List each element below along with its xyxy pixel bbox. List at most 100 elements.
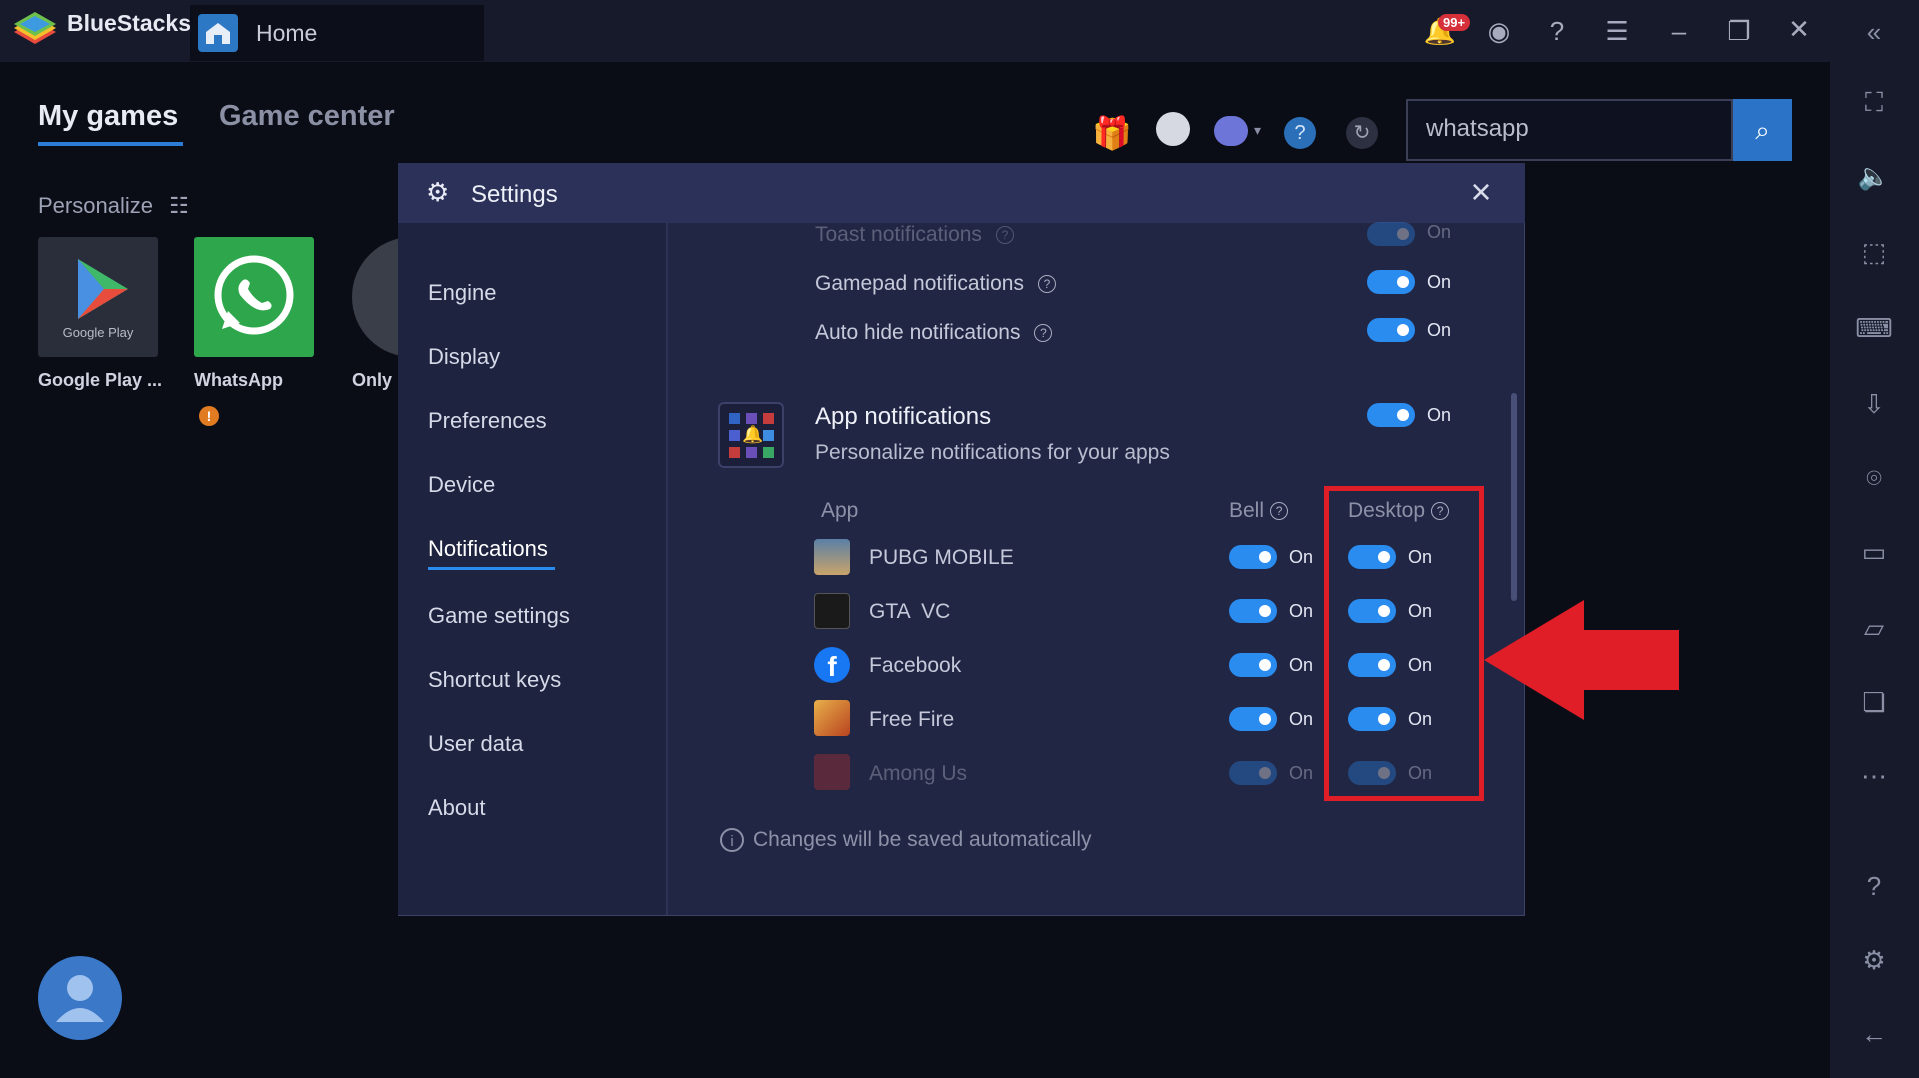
annotation-arrow-icon	[1484, 598, 1684, 727]
personalize-label: Personalize	[38, 193, 153, 218]
app-label-google-play: Google Play ...	[38, 370, 163, 390]
gamepad-notifications-label: Gamepad notifications?	[815, 272, 1056, 296]
annotation-highlight-box	[1324, 486, 1484, 801]
menu-icon[interactable]: ☰	[1600, 16, 1634, 46]
bell-icon: 🔔	[742, 425, 764, 444]
app-label-whatsapp: WhatsApp	[194, 370, 283, 390]
gamepad-notifications-toggle[interactable]	[1367, 270, 1415, 294]
app-notifications-toggle[interactable]	[1367, 403, 1415, 427]
settings-title: Settings	[471, 181, 558, 208]
multi-instance-icon[interactable]: ❏	[1852, 682, 1896, 722]
auto-hide-notifications-toggle[interactable]	[1367, 318, 1415, 342]
pubg-bell-toggle[interactable]	[1229, 545, 1277, 569]
tab-home-label: Home	[256, 20, 318, 46]
free-fire-icon	[814, 700, 850, 736]
fullscreen-icon[interactable]: ⛶	[1852, 82, 1896, 122]
more-icon[interactable]: ⋯	[1852, 756, 1896, 796]
menu-item-preferences[interactable]: Preferences	[428, 408, 547, 434]
facebook-bell-state: On	[1289, 655, 1314, 675]
toast-notifications-state: On	[1427, 222, 1452, 242]
app-notifications-title: App notifications	[815, 403, 992, 430]
gift-icon[interactable]: 🎁	[1092, 114, 1132, 152]
collapse-icon[interactable]: «	[1852, 12, 1896, 52]
settings-gear-icon[interactable]: ⚙	[1852, 940, 1896, 980]
volume-icon[interactable]: 🔈	[1852, 156, 1896, 196]
among-us-bell-toggle[interactable]	[1229, 761, 1277, 785]
gta-bell-toggle[interactable]	[1229, 599, 1277, 623]
pointer-icon[interactable]: ⬚	[1852, 232, 1896, 272]
pubg-mobile-icon	[814, 539, 850, 575]
app-label-partial: Only	[352, 370, 393, 390]
menu-item-user-data[interactable]: User data	[428, 731, 523, 757]
search-input[interactable]	[1424, 114, 1728, 144]
discord-icon[interactable]	[1214, 116, 1248, 146]
back-arrow-icon[interactable]: ←	[1852, 1014, 1896, 1054]
sliders-icon: ☷	[169, 193, 189, 218]
help-icon[interactable]: ?	[995, 226, 1014, 244]
help-icon[interactable]: ?	[1540, 16, 1574, 46]
app-tile-google-play[interactable]: Google Play	[38, 237, 158, 357]
app-notifications-icon: 🔔	[718, 402, 784, 468]
facebook-icon: f	[814, 647, 850, 683]
toast-notifications-toggle[interactable]	[1367, 222, 1415, 246]
tab-my-games[interactable]: My games	[38, 100, 178, 133]
warning-badge-icon: !	[199, 406, 219, 426]
menu-item-display[interactable]: Display	[428, 344, 500, 370]
app-name-among-us: Among Us	[869, 762, 968, 785]
app-notifications-state: On	[1427, 405, 1452, 425]
keyboard-icon[interactable]: ⌨	[1852, 308, 1896, 348]
help-icon[interactable]: ?	[1270, 502, 1289, 520]
free-fire-bell-toggle[interactable]	[1229, 707, 1277, 731]
menu-item-shortcut-keys[interactable]: Shortcut keys	[428, 667, 561, 693]
info-icon: i	[720, 828, 744, 852]
app-name-gta-vc: GTA VC	[869, 600, 951, 623]
mascot-icon[interactable]	[1156, 112, 1190, 146]
app-name-pubg-mobile: PUBG MOBILE	[869, 546, 1014, 569]
among-us-bell-state: On	[1289, 763, 1314, 783]
help-icon[interactable]: ?	[1037, 275, 1056, 293]
google-play-tile-text: Google Play	[62, 325, 134, 340]
contacts-avatar-icon[interactable]	[38, 956, 122, 1040]
settings-header	[398, 163, 1525, 223]
gear-icon: ⚙	[426, 177, 450, 207]
chevron-down-icon[interactable]: ▾	[1254, 122, 1261, 139]
facebook-bell-toggle[interactable]	[1229, 653, 1277, 677]
help-square-icon[interactable]: ?	[1852, 866, 1896, 906]
column-bell-header: Bell?	[1229, 499, 1289, 523]
close-window-icon[interactable]: ✕	[1782, 14, 1816, 44]
app-tile-whatsapp[interactable]	[194, 237, 314, 357]
folder-icon[interactable]: ▱	[1852, 608, 1896, 648]
app-notifications-subtitle: Personalize notifications for your apps	[815, 441, 1170, 464]
brand-name: BlueStacks	[67, 10, 192, 36]
menu-item-game-settings[interactable]: Game settings	[428, 603, 570, 629]
close-icon[interactable]: ×	[1465, 174, 1497, 210]
active-tab-underline	[38, 142, 183, 146]
auto-hide-notifications-label: Auto hide notifications?	[815, 321, 1053, 345]
account-icon[interactable]: ◉	[1482, 16, 1516, 46]
toast-notifications-label: Toast notifications?	[815, 223, 1014, 245]
gta-bell-state: On	[1289, 601, 1314, 621]
menu-item-notifications[interactable]: Notifications	[428, 536, 548, 562]
install-apk-icon[interactable]: ⇩	[1852, 384, 1896, 424]
refresh-icon[interactable]: ↻	[1346, 117, 1378, 149]
restore-icon[interactable]: ❐	[1722, 16, 1756, 46]
help-icon[interactable]: ?	[1034, 324, 1053, 342]
menu-item-about[interactable]: About	[428, 795, 486, 821]
among-us-icon	[814, 754, 850, 790]
question-icon[interactable]: ?	[1284, 117, 1316, 149]
column-app-header: App	[821, 499, 859, 522]
settings-scrollbar[interactable]	[1511, 393, 1517, 601]
pubg-bell-state: On	[1289, 547, 1314, 567]
free-fire-bell-state: On	[1289, 709, 1314, 729]
app-name-facebook: Facebook	[869, 654, 962, 677]
home-icon	[198, 14, 238, 52]
screenshot-icon[interactable]: ⌾	[1852, 458, 1896, 498]
menu-item-device[interactable]: Device	[428, 472, 495, 498]
personalize-link[interactable]: Personalize ☷	[38, 193, 189, 219]
menu-item-engine[interactable]: Engine	[428, 280, 497, 306]
search-icon[interactable]: ⌕	[1733, 99, 1792, 161]
record-icon[interactable]: ▭	[1852, 532, 1896, 572]
tab-game-center[interactable]: Game center	[219, 100, 395, 133]
auto-hide-notifications-state: On	[1427, 320, 1452, 340]
minimize-icon[interactable]: –	[1662, 16, 1696, 46]
